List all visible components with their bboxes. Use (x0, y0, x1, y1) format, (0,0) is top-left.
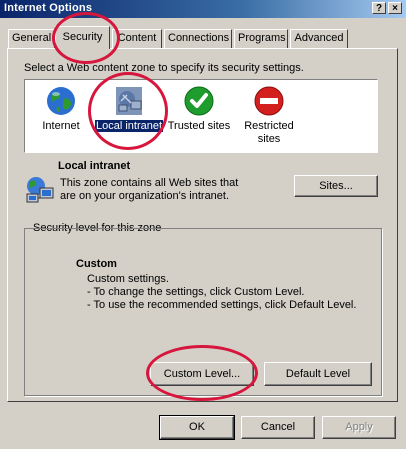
default-level-button[interactable]: Default Level (264, 362, 372, 386)
zone-description-line2: are on your organization's intranet. (60, 190, 230, 202)
window-title: Internet Options (4, 2, 93, 14)
tab-connections[interactable]: Connections (164, 29, 232, 48)
custom-level-button[interactable]: Custom Level... (150, 362, 254, 386)
tab-general[interactable]: General (8, 29, 55, 48)
ok-button[interactable]: OK (159, 415, 235, 440)
zone-list: Internet Local intranet Trusted sites Re… (24, 79, 378, 153)
tab-advanced[interactable]: Advanced (290, 29, 348, 48)
check-icon (184, 86, 214, 116)
security-level-desc-1: Custom settings. (87, 273, 169, 285)
cancel-button[interactable]: Cancel (241, 416, 315, 439)
apply-button[interactable]: Apply (322, 416, 396, 439)
restricted-icon (254, 86, 284, 116)
intranet-icon (116, 87, 142, 115)
zone-label-local-intranet: Local intranet (94, 120, 164, 132)
close-button[interactable]: × (388, 2, 402, 14)
title-bar: Internet Options ? × (0, 0, 406, 18)
zone-description-line1: This zone contains all Web sites that (60, 177, 239, 189)
tab-programs[interactable]: Programs (234, 29, 288, 48)
zone-label-restricted-sites: Restricted sites (244, 120, 294, 145)
security-level-name: Custom (76, 258, 117, 270)
tab-content[interactable]: Content (112, 29, 162, 48)
security-level-desc-3: - To use the recommended settings, click… (87, 299, 357, 311)
security-level-desc-2: - To change the settings, click Custom L… (87, 286, 305, 298)
help-button[interactable]: ? (372, 2, 386, 14)
zone-label-trusted-sites: Trusted sites (167, 120, 231, 132)
intranet-zone-icon (26, 177, 54, 203)
zone-instruction: Select a Web content zone to specify its… (24, 62, 304, 74)
zone-title: Local intranet (58, 160, 131, 172)
tab-security[interactable]: Security (55, 26, 110, 49)
sites-button[interactable]: Sites... (294, 175, 378, 197)
globe-icon (47, 87, 75, 115)
